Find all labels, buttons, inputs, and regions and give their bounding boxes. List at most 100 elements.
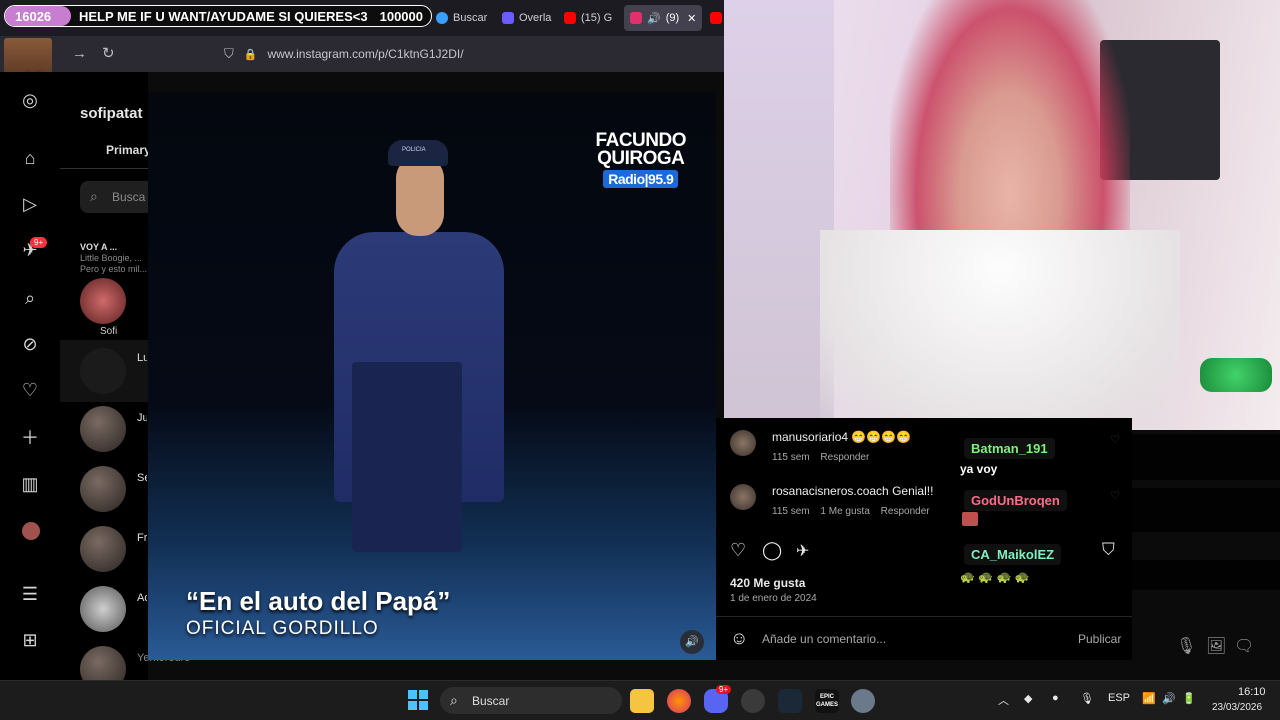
search-placeholder: Busca bbox=[112, 190, 146, 204]
tab-primary[interactable]: Primary bbox=[106, 143, 151, 157]
dm-avatar[interactable] bbox=[80, 526, 126, 572]
dm-name: Ad bbox=[137, 592, 147, 604]
tab-label: Overla bbox=[519, 12, 552, 24]
comment-user[interactable]: manusoriario4 bbox=[772, 430, 848, 444]
reply-link[interactable]: Responder bbox=[820, 452, 869, 463]
radio-logo: FACUNDO QUIROGA Radio|95.9 bbox=[596, 131, 687, 188]
shield-icon[interactable]: ⛉ bbox=[224, 46, 234, 62]
explore-icon[interactable]: ⊘ bbox=[20, 334, 40, 354]
discord-badge: 9+ bbox=[716, 685, 732, 694]
tray-mic-icon[interactable]: 🎙 bbox=[1080, 692, 1094, 705]
dm-search-input[interactable]: ⌕ Busca bbox=[80, 181, 150, 213]
forward-icon[interactable]: → bbox=[72, 45, 87, 62]
like-icon[interactable]: ♡ bbox=[730, 540, 746, 561]
home-icon[interactable]: ⌂ bbox=[20, 148, 40, 168]
streamer-shirt bbox=[820, 230, 1180, 430]
steam-icon[interactable] bbox=[778, 689, 802, 713]
start-windows-icon[interactable] bbox=[408, 690, 428, 710]
tab-instagram[interactable]: 🔊 (9) ✕ bbox=[624, 5, 702, 31]
comment-input[interactable]: Añade un comentario... bbox=[762, 632, 886, 646]
share-icon[interactable]: ✈ bbox=[796, 541, 809, 561]
clock-time[interactable]: 16:10 bbox=[1238, 686, 1266, 698]
chat-emote bbox=[962, 512, 978, 526]
obs-icon[interactable] bbox=[741, 689, 765, 713]
url-text: www.instagram.com/p/C1ktnG1J2DI/ bbox=[267, 47, 464, 61]
tab-youtube[interactable]: (15) G bbox=[564, 5, 622, 31]
settings-gear-icon[interactable] bbox=[851, 689, 875, 713]
performer-head bbox=[396, 156, 444, 236]
dm-avatar[interactable] bbox=[80, 348, 126, 394]
tab-overlay[interactable]: Overla bbox=[502, 5, 558, 31]
lock-icon[interactable]: 🔒 bbox=[244, 48, 258, 61]
reels-icon[interactable]: ▷ bbox=[20, 194, 40, 214]
close-tab-icon[interactable]: ✕ bbox=[687, 12, 696, 25]
story-avatar[interactable] bbox=[80, 278, 126, 324]
divider bbox=[60, 168, 148, 169]
notifications-heart-icon[interactable]: ♡ bbox=[20, 380, 40, 400]
comment-likes[interactable]: 1 Me gusta bbox=[820, 506, 869, 517]
post-video[interactable]: POLICIA FACUNDO QUIROGA Radio|95.9 “En e… bbox=[148, 92, 716, 660]
battery-icon[interactable]: 🔋 bbox=[1182, 692, 1196, 705]
stream-chat: Batman_191 ya voy GodUnBroqen CA_MaikolE… bbox=[950, 432, 1280, 682]
search-icon: ⌕ bbox=[90, 188, 98, 204]
note-preview[interactable]: VOY A ... Little Boogie, ... Pero y esto… bbox=[80, 242, 148, 275]
tray-app-icon[interactable]: ◆ bbox=[1024, 692, 1032, 705]
police-cap: POLICIA bbox=[388, 140, 448, 166]
dm-avatar[interactable] bbox=[80, 586, 126, 632]
webcam-shelf bbox=[724, 0, 834, 430]
emoji-icon[interactable]: ☺ bbox=[730, 628, 748, 649]
file-explorer-icon[interactable] bbox=[630, 689, 654, 713]
tab-label: Buscar bbox=[453, 12, 488, 24]
goal-target: 100000 bbox=[379, 8, 423, 24]
taskbar-search[interactable]: ⌕ Buscar bbox=[440, 687, 622, 714]
dm-name: Ju bbox=[137, 412, 147, 424]
note-line1: Little Boogie, ... bbox=[80, 253, 143, 263]
comment-avatar[interactable] bbox=[730, 430, 756, 456]
comment-text: 😁😁😁😁 bbox=[851, 430, 912, 444]
url-field[interactable]: ⛉ 🔒 www.instagram.com/p/C1ktnG1J2DI/ bbox=[224, 42, 718, 66]
speaker-icon[interactable]: 🔊 bbox=[647, 12, 661, 25]
comment-user[interactable]: rosanacisneros.coach bbox=[772, 484, 889, 498]
instagram-logo-icon[interactable]: ◎ bbox=[20, 90, 40, 110]
reply-link[interactable]: Responder bbox=[881, 506, 930, 517]
comment-time: 115 sem bbox=[772, 506, 810, 517]
search-icon[interactable]: ⌕ bbox=[20, 288, 40, 308]
clock-date[interactable]: 23/03/2026 bbox=[1212, 702, 1262, 713]
tray-discord-icon[interactable]: ● bbox=[1052, 692, 1059, 704]
wifi-icon[interactable]: 📶 bbox=[1142, 692, 1156, 705]
dm-avatar[interactable] bbox=[80, 406, 126, 452]
firefox-icon[interactable] bbox=[667, 689, 691, 713]
logo-line3: Radio|95.9 bbox=[603, 170, 679, 188]
volume-icon[interactable]: 🔊 bbox=[1162, 692, 1176, 705]
tray-chevron-icon[interactable]: ︿ bbox=[998, 692, 1009, 708]
language-indicator[interactable]: ESP bbox=[1108, 692, 1130, 704]
profile-avatar[interactable] bbox=[22, 522, 40, 540]
cap-text: POLICIA bbox=[402, 147, 426, 153]
tab-youtube-2[interactable] bbox=[710, 5, 724, 31]
comment-text: Genial!! bbox=[892, 484, 934, 498]
post-date: 1 de enero de 2024 bbox=[730, 593, 817, 604]
mic-icon: 🎙 bbox=[1176, 638, 1197, 655]
create-icon[interactable]: ＋ bbox=[20, 428, 40, 448]
reload-icon[interactable]: ↻ bbox=[102, 44, 115, 62]
dm-username[interactable]: sofipatat bbox=[80, 105, 148, 122]
likes-count[interactable]: 420 Me gusta bbox=[730, 576, 805, 590]
chat-username: Batman_191 bbox=[964, 438, 1055, 459]
tab-buscar[interactable]: Buscar bbox=[436, 5, 494, 31]
epic-games-icon[interactable]: EPIC GAMES bbox=[815, 689, 839, 713]
video-caption-subtitle: OFICIAL GORDILLO bbox=[186, 618, 379, 639]
plant-decoration bbox=[1200, 358, 1272, 392]
chat-username: GodUnBroqen bbox=[964, 490, 1067, 511]
comment-avatar[interactable] bbox=[730, 484, 756, 510]
stream-goal-bar: 16026 HELP ME IF U WANT/AYUDAME SI QUIER… bbox=[4, 5, 432, 27]
volume-icon[interactable]: 🔊 bbox=[680, 630, 704, 654]
dm-avatar[interactable] bbox=[80, 466, 126, 512]
taskbar-search-label: Buscar bbox=[472, 694, 510, 708]
dashboard-icon[interactable]: ▥ bbox=[20, 474, 40, 494]
comment-time: 115 sem bbox=[772, 452, 810, 463]
comment-icon[interactable]: ◯ bbox=[762, 540, 782, 561]
menu-icon[interactable]: ☰ bbox=[20, 584, 40, 604]
apps-icon[interactable]: ⊞ bbox=[20, 630, 40, 650]
logo-line2: QUIROGA bbox=[597, 148, 685, 169]
chat-emotes: 🐢 🐢 🐢 🐢 bbox=[960, 570, 1030, 584]
